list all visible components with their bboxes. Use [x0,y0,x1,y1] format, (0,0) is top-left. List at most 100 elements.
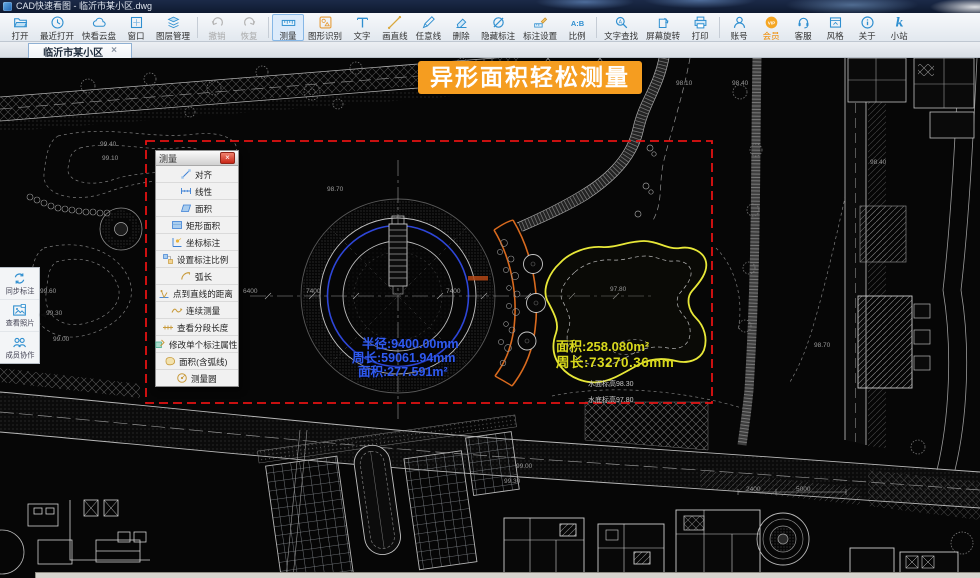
pond [545,241,706,382]
toolbar-layers-button[interactable]: 图层管理 [152,14,194,41]
measure-panel-item-label: 测量圆 [191,372,217,384]
toolbar-button-label: 标注设置 [523,32,557,41]
cad-canvas[interactable] [0,58,980,578]
measure-panel-titlebar[interactable]: 测量 × [156,151,238,166]
toolbar-redo-button[interactable]: 恢复 [233,14,265,41]
about-icon [860,15,875,30]
toolbar-button-label: 文字 [354,32,371,41]
svg-text:VIP: VIP [767,21,775,26]
toolbar-separator [596,17,597,38]
measure-panel-item-label: 矩形面积 [186,219,220,231]
area-arc-icon [164,355,176,367]
area-icon [180,202,192,214]
tab-bar: 临沂市某小区 × [0,42,980,58]
window-icon [129,15,144,30]
toolbar-find-button[interactable]: A文字查找 [600,14,642,41]
dim-settings-icon [533,15,548,30]
toolbar-button-label: 账号 [731,32,748,41]
p2l-icon [158,287,170,299]
measure-panel-item-label: 坐标标注 [186,236,220,248]
erase-icon [454,15,469,30]
toolbar-separator [268,17,269,38]
measure-panel-item-align[interactable]: 对齐 [156,166,238,183]
measure-panel-item-coord[interactable]: 坐标标注 [156,234,238,251]
sidebar-item-photo[interactable]: 查看照片 [0,300,39,332]
toolbar-print-button[interactable]: 打印 [684,14,716,41]
measure-panel-item-label: 设置标注比例 [177,253,228,265]
toolbar-cloud-button[interactable]: 快看云盘 [78,14,120,41]
measure-panel-item-arc[interactable]: 弧长 [156,268,238,285]
toolbar-about-button[interactable]: 关于 [851,14,883,41]
account-icon [732,15,747,30]
toolbar-undo-button[interactable]: 撤销 [201,14,233,41]
toolbar-recent-button[interactable]: 最近打开 [36,14,78,41]
sync-icon [12,271,27,286]
measure-panel-item-area[interactable]: 面积 [156,200,238,217]
measure-panel-item-cont[interactable]: 连续测量 [156,302,238,319]
tab-drawing[interactable]: 临沂市某小区 × [28,43,132,58]
toolbar-button-label: 打印 [692,32,709,41]
toolbar-button-label: 图形识别 [308,32,342,41]
recognize-icon [318,15,333,30]
sidebar-collapse-icon[interactable]: ◀ [40,310,46,319]
measure-panel-item-label: 弧长 [195,270,212,282]
dimscale-icon [162,253,174,265]
toolbar-text-button[interactable]: 文字 [346,14,378,41]
toolbar-site-button[interactable]: k小站 [883,14,915,41]
left-sidebar: 同步标注查看照片成员协作 ◀ [0,267,40,364]
sidebar-item-label: 成员协作 [5,350,34,360]
toolbar-scale-button[interactable]: A:B比例 [561,14,593,41]
tab-close-icon[interactable]: × [111,46,117,56]
toolbar-line-button[interactable]: 画直线 [378,14,412,41]
toolbar-button-label: 关于 [859,32,876,41]
toolbar-button-label: 打开 [11,32,28,41]
linear-icon [180,185,192,197]
toolbar-measure-button[interactable]: 测量 [272,14,304,41]
toolbar-dim-settings-button[interactable]: 标注设置 [519,14,561,41]
toolbar-vip-button[interactable]: VIP会员 [755,14,787,41]
measure-panel-item-seg[interactable]: 查看分段长度 [156,319,238,336]
rect-area-icon [171,219,183,231]
measure-panel-item-label: 点到直线的距离 [173,287,233,299]
site-icon: k [892,15,907,30]
measure-panel-close-icon[interactable]: × [220,152,235,164]
toolbar-button-label: 画直线 [382,32,408,41]
toolbar-open-button[interactable]: 打开 [4,14,36,41]
service-icon [796,15,811,30]
toolbar-hide-dim-button[interactable]: 隐藏标注 [477,14,519,41]
measure-panel-item-modprop[interactable]: 修改单个标注属性 [156,336,238,353]
toolbar-freeline-button[interactable]: 任意线 [412,14,446,41]
toolbar-erase-button[interactable]: 删除 [445,14,477,41]
toolbar-separator [719,17,720,38]
measure-panel-item-p2l[interactable]: 点到直线的距离 [156,285,238,302]
measure-panel-item-rect-area[interactable]: 矩形面积 [156,217,238,234]
toolbar-window-button[interactable]: 窗口 [120,14,152,41]
toolbar-account-button[interactable]: 账号 [723,14,755,41]
sidebar-item-label: 同步标注 [5,286,34,296]
redo-icon [242,15,257,30]
toolbar-recognize-button[interactable]: 图形识别 [304,14,346,41]
toolbar-button-label: 客服 [795,32,812,41]
photo-icon [12,303,27,318]
measure-panel-item-dimscale[interactable]: 设置标注比例 [156,251,238,268]
svg-text:A:B: A:B [570,19,584,28]
print-icon [693,15,708,30]
measure-panel-item-area-arc[interactable]: 面积(含弧线) [156,353,238,370]
sidebar-item-sync[interactable]: 同步标注 [0,268,39,300]
promo-banner: 异形面积轻松测量 [418,61,642,94]
open-icon [13,15,28,30]
window-title: CAD快速看图 - 临沂市某小区.dwg [16,0,152,13]
find-icon: A [614,15,629,30]
toolbar-button-label: 任意线 [416,32,442,41]
measure-panel-item-meascircle[interactable]: 测量圆 [156,370,238,386]
line-icon [387,15,402,30]
toolbar-rotate-button[interactable]: 屏幕旋转 [642,14,684,41]
cloud-icon [92,15,107,30]
measure-panel-item-label: 面积 [195,202,212,214]
app-window: CAD快速看图 - 临沂市某小区.dwg 打开最近打开快看云盘窗口图层管理撤销恢… [0,0,980,578]
toolbar-service-button[interactable]: 客服 [787,14,819,41]
measure-panel: 测量 × 对齐线性面积矩形面积坐标标注设置标注比例弧长点到直线的距离连续测量查看… [155,150,239,387]
measure-panel-item-linear[interactable]: 线性 [156,183,238,200]
toolbar-style-button[interactable]: 风格 [819,14,851,41]
sidebar-item-members[interactable]: 成员协作 [0,332,39,363]
